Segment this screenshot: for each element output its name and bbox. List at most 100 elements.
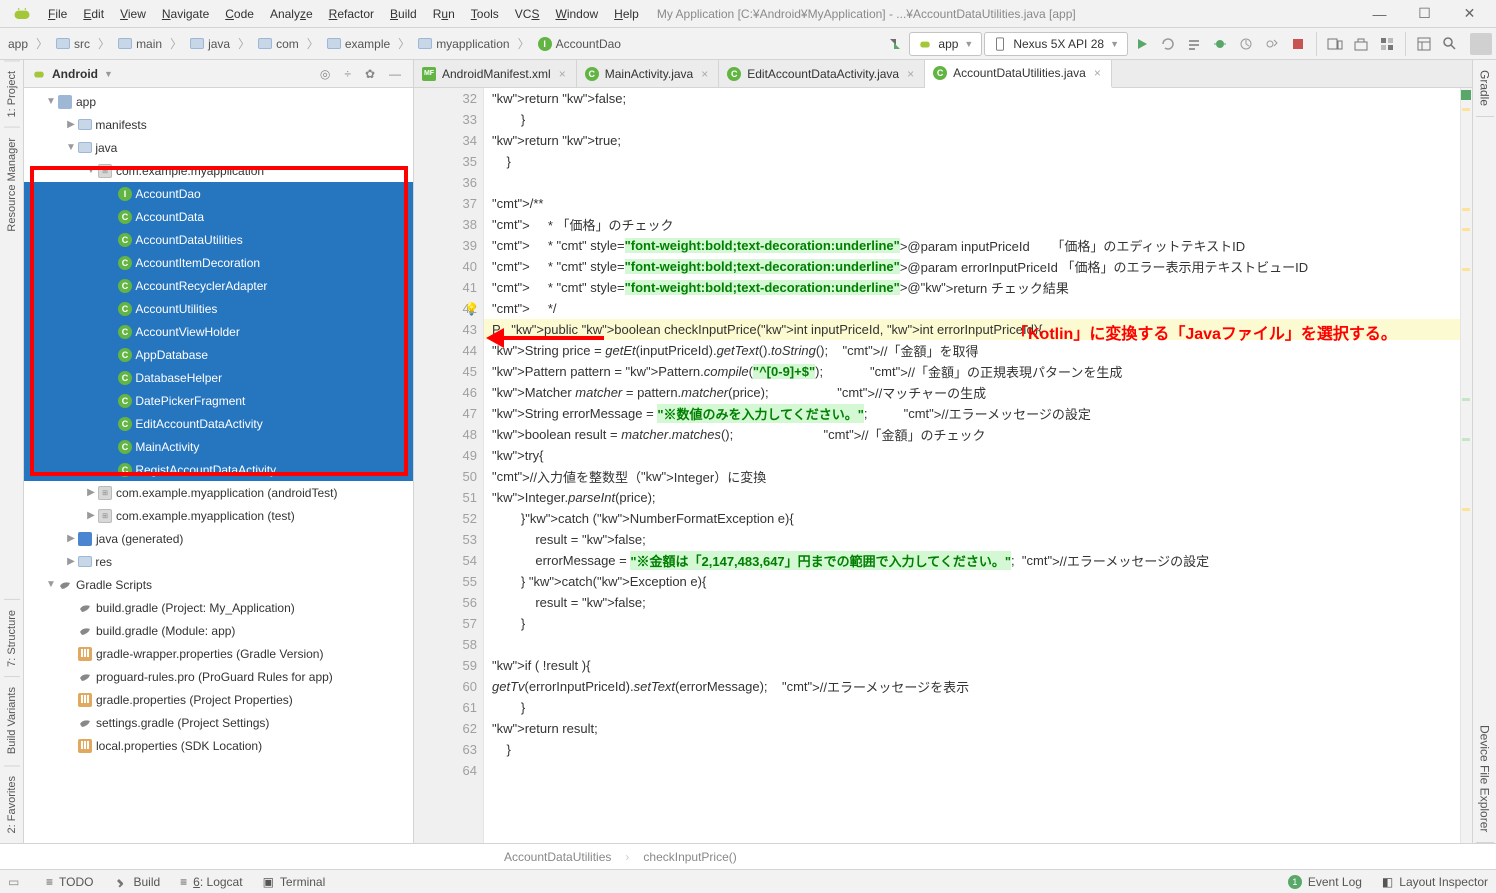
side-tab-structure[interactable]: 7: Structure xyxy=(4,599,20,677)
project-tree[interactable]: ▼app ▶ manifests ▼ java ▼⊞com.example.my… xyxy=(24,88,413,843)
gutter-line-42[interactable]: 42💡 xyxy=(414,298,483,319)
tab-EditAccountDataActivity-java[interactable]: CEditAccountDataActivity.java× xyxy=(719,60,925,87)
tree-class-AccountData[interactable]: C AccountData xyxy=(24,205,413,228)
tree-gradle-3[interactable]: proguard-rules.pro (ProGuard Rules for a… xyxy=(24,665,413,688)
code-line-35[interactable]: } xyxy=(484,151,1460,172)
window-close[interactable]: ✕ xyxy=(1447,5,1492,22)
tree-node-gradle-scripts[interactable]: ▼Gradle Scripts xyxy=(24,573,413,596)
bottom-terminal[interactable]: ▣Terminal xyxy=(263,875,326,889)
pane-target-icon[interactable]: ◎ xyxy=(316,67,334,81)
tree-class-EditAccountDataActivity[interactable]: C EditAccountDataActivity xyxy=(24,412,413,435)
tree-node-res[interactable]: ▶ res xyxy=(24,550,413,573)
gutter-line-44[interactable]: 44 xyxy=(414,340,483,361)
attach-debugger-button[interactable] xyxy=(1260,32,1284,56)
profile-button[interactable] xyxy=(1234,32,1258,56)
gutter-line-59[interactable]: 59 xyxy=(414,655,483,676)
gutter-line-39[interactable]: 39 xyxy=(414,235,483,256)
pane-settings-icon[interactable]: ✿ xyxy=(361,67,379,81)
gutter-line-51[interactable]: 51 xyxy=(414,487,483,508)
device-combo[interactable]: Nexus 5X API 28 ▼ xyxy=(984,32,1128,56)
gutter-line-32[interactable]: 32 xyxy=(414,88,483,109)
tree-gradle-0[interactable]: build.gradle (Project: My_Application) xyxy=(24,596,413,619)
code-line-38[interactable]: "cmt"> * 「価格」のチェック xyxy=(484,214,1460,235)
menu-code[interactable]: Code xyxy=(217,7,262,21)
tree-gradle-5[interactable]: settings.gradle (Project Settings) xyxy=(24,711,413,734)
tree-gradle-4[interactable]: gradle.properties (Project Properties) xyxy=(24,688,413,711)
code-line-50[interactable]: "cmt">//入力値を整数型（"kw">Integer）に変換 xyxy=(484,466,1460,487)
user-avatar-icon[interactable] xyxy=(1470,33,1492,55)
code-line-64[interactable] xyxy=(484,760,1460,781)
tool-window-quick-access-icon[interactable]: ▭ xyxy=(8,875,26,889)
side-tab-gradle[interactable]: Gradle xyxy=(1476,60,1494,117)
bc-app[interactable]: app xyxy=(4,35,32,53)
code-line-43[interactable]: P "kw">public "kw">boolean checkInputPri… xyxy=(484,319,1460,340)
gutter-line-57[interactable]: 57 xyxy=(414,613,483,634)
sync-gradle-button[interactable] xyxy=(883,32,907,56)
tree-class-DatePickerFragment[interactable]: C DatePickerFragment xyxy=(24,389,413,412)
menu-view[interactable]: View xyxy=(112,7,154,21)
code-line-32[interactable]: "kw">return "kw">false; xyxy=(484,88,1460,109)
bottom-event-log[interactable]: 1Event Log xyxy=(1288,875,1362,889)
code-line-58[interactable] xyxy=(484,634,1460,655)
code-line-39[interactable]: "cmt"> * "cmt" style="font-weight:bold;t… xyxy=(484,235,1460,256)
tree-class-AccountItemDecoration[interactable]: C AccountItemDecoration xyxy=(24,251,413,274)
bc-main[interactable]: main xyxy=(114,35,166,53)
project-structure-button[interactable] xyxy=(1412,32,1436,56)
bottom-build[interactable]: Build xyxy=(113,875,160,889)
gutter-line-35[interactable]: 35 xyxy=(414,151,483,172)
tree-node-manifests[interactable]: ▶ manifests xyxy=(24,113,413,136)
editor-bc-method[interactable]: checkInputPrice() xyxy=(643,850,736,864)
stop-button[interactable] xyxy=(1286,32,1310,56)
gutter-line-46[interactable]: 46 xyxy=(414,382,483,403)
gutter[interactable]: 3233343536373839404142💡43444546474849505… xyxy=(414,88,484,843)
close-icon[interactable]: × xyxy=(1092,66,1103,80)
window-maximize[interactable]: ☐ xyxy=(1402,5,1447,22)
tree-class-AppDatabase[interactable]: C AppDatabase xyxy=(24,343,413,366)
gutter-line-55[interactable]: 55 xyxy=(414,571,483,592)
code-line-55[interactable]: } "kw">catch("kw">Exception e){ xyxy=(484,571,1460,592)
code-line-45[interactable]: "kw">Pattern pattern = "kw">Pattern.comp… xyxy=(484,361,1460,382)
code-line-51[interactable]: "kw">Integer.parseInt(price); xyxy=(484,487,1460,508)
gutter-line-50[interactable]: 50 xyxy=(414,466,483,487)
menu-build[interactable]: Build xyxy=(382,7,425,21)
code-line-59[interactable]: "kw">if ( !result ){ xyxy=(484,655,1460,676)
menu-help[interactable]: Help xyxy=(606,7,647,21)
gutter-line-60[interactable]: 60 xyxy=(414,676,483,697)
debug-button[interactable] xyxy=(1208,32,1232,56)
gutter-line-38[interactable]: 38 xyxy=(414,214,483,235)
gutter-line-48[interactable]: 48 xyxy=(414,424,483,445)
gutter-line-40[interactable]: 40 xyxy=(414,256,483,277)
tab-MainActivity-java[interactable]: CMainActivity.java× xyxy=(577,60,720,87)
tree-class-RegistAccountDataActivity[interactable]: C RegistAccountDataActivity xyxy=(24,458,413,481)
tree-class-AccountViewHolder[interactable]: C AccountViewHolder xyxy=(24,320,413,343)
side-tab-project[interactable]: 1: Project xyxy=(4,60,20,127)
bc-src[interactable]: src xyxy=(52,35,94,53)
code-editor[interactable]: 「Kotlin」に変換する「Javaファイル」を選択する。 "kw">retur… xyxy=(484,88,1460,843)
gutter-line-56[interactable]: 56 xyxy=(414,592,483,613)
tree-node-java[interactable]: ▼ java xyxy=(24,136,413,159)
sdk-manager-button[interactable] xyxy=(1349,32,1373,56)
code-line-46[interactable]: "kw">Matcher matcher = pattern.matcher(p… xyxy=(484,382,1460,403)
gutter-line-58[interactable]: 58 xyxy=(414,634,483,655)
close-icon[interactable]: × xyxy=(557,67,568,81)
close-icon[interactable]: × xyxy=(905,67,916,81)
intention-bulb-icon[interactable]: 💡 xyxy=(464,302,479,316)
code-line-57[interactable]: } xyxy=(484,613,1460,634)
tree-node-pkg-test[interactable]: ▶⊞com.example.myapplication (test) xyxy=(24,504,413,527)
bottom-logcat[interactable]: ≡6: Logcat xyxy=(180,875,242,889)
tree-class-MainActivity[interactable]: C MainActivity xyxy=(24,435,413,458)
apply-changes-button[interactable] xyxy=(1156,32,1180,56)
code-line-49[interactable]: "kw">try{ xyxy=(484,445,1460,466)
gutter-line-43[interactable]: 43 xyxy=(414,319,483,340)
menu-tools[interactable]: Tools xyxy=(463,7,507,21)
gutter-line-45[interactable]: 45 xyxy=(414,361,483,382)
code-line-48[interactable]: "kw">boolean result = matcher.matches();… xyxy=(484,424,1460,445)
close-icon[interactable]: × xyxy=(699,67,710,81)
menu-vcs[interactable]: VCS xyxy=(507,7,548,21)
code-line-44[interactable]: "kw">String price = getEt(inputPriceId).… xyxy=(484,340,1460,361)
gutter-line-62[interactable]: 62 xyxy=(414,718,483,739)
gutter-line-63[interactable]: 63 xyxy=(414,739,483,760)
bottom-layout-inspector[interactable]: ◧Layout Inspector xyxy=(1382,875,1488,889)
bc-java[interactable]: java xyxy=(186,35,234,53)
code-line-41[interactable]: "cmt"> * "cmt" style="font-weight:bold;t… xyxy=(484,277,1460,298)
